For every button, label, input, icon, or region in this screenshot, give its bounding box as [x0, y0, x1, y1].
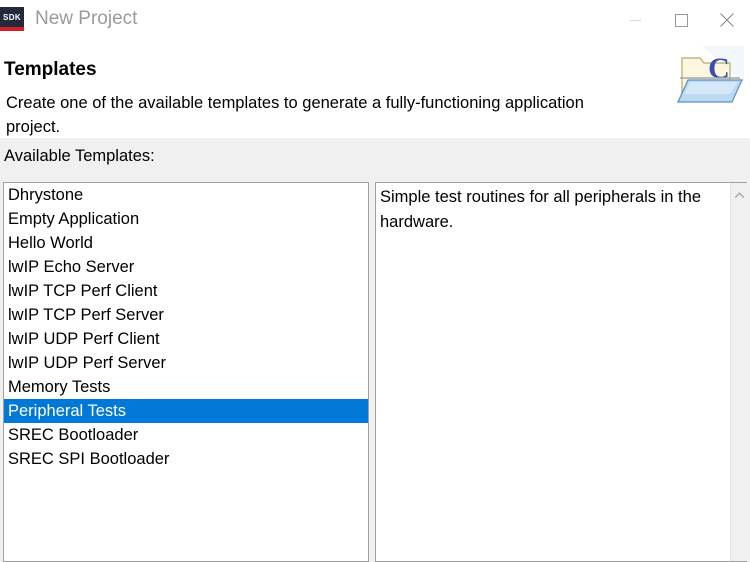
maximize-button[interactable] — [658, 0, 704, 40]
window-controls — [612, 0, 750, 40]
dialog-body: Available Templates: DhrystoneEmpty Appl… — [0, 138, 750, 562]
list-item[interactable]: lwIP UDP Perf Server — [4, 351, 368, 375]
maximize-icon — [675, 14, 688, 27]
minimize-icon — [630, 15, 641, 26]
list-item[interactable]: lwIP TCP Perf Server — [4, 303, 368, 327]
page-description: Create one of the available templates to… — [6, 91, 606, 139]
sdk-icon-accent-bar — [0, 27, 24, 31]
window-title: New Project — [35, 7, 137, 31]
available-templates-label: Available Templates: — [4, 147, 155, 166]
list-item[interactable]: SREC SPI Bootloader — [4, 447, 368, 471]
minimize-button[interactable] — [612, 0, 658, 40]
scroll-up-button[interactable] — [731, 186, 747, 203]
new-project-dialog: SDK New Project Tem — [0, 0, 750, 562]
close-button[interactable] — [704, 0, 750, 40]
list-item[interactable]: lwIP UDP Perf Client — [4, 327, 368, 351]
template-description-panel: Simple test routines for all peripherals… — [375, 182, 747, 562]
list-item[interactable]: Peripheral Tests — [4, 399, 368, 423]
list-item[interactable]: Empty Application — [4, 207, 368, 231]
title-bar: SDK New Project — [0, 0, 750, 40]
open-folder-c-icon: C — [674, 44, 746, 106]
list-item[interactable]: Hello World — [4, 231, 368, 255]
list-item[interactable]: Dhrystone — [4, 183, 368, 207]
template-description-text: Simple test routines for all peripherals… — [380, 185, 710, 235]
list-item[interactable]: Memory Tests — [4, 375, 368, 399]
close-icon — [720, 13, 734, 27]
page-title: Templates — [4, 59, 97, 81]
list-item[interactable]: lwIP Echo Server — [4, 255, 368, 279]
templates-list[interactable]: DhrystoneEmpty ApplicationHello WorldlwI… — [3, 182, 369, 562]
description-scrollbar[interactable] — [730, 183, 747, 561]
sdk-icon-label: SDK — [3, 14, 21, 22]
dialog-header: Templates Create one of the available te… — [0, 40, 750, 138]
sdk-app-icon: SDK — [0, 7, 24, 31]
title-bar-left: SDK New Project — [0, 0, 612, 31]
list-item[interactable]: SREC Bootloader — [4, 423, 368, 447]
list-item[interactable]: lwIP TCP Perf Client — [4, 279, 368, 303]
chevron-up-icon — [735, 192, 744, 198]
